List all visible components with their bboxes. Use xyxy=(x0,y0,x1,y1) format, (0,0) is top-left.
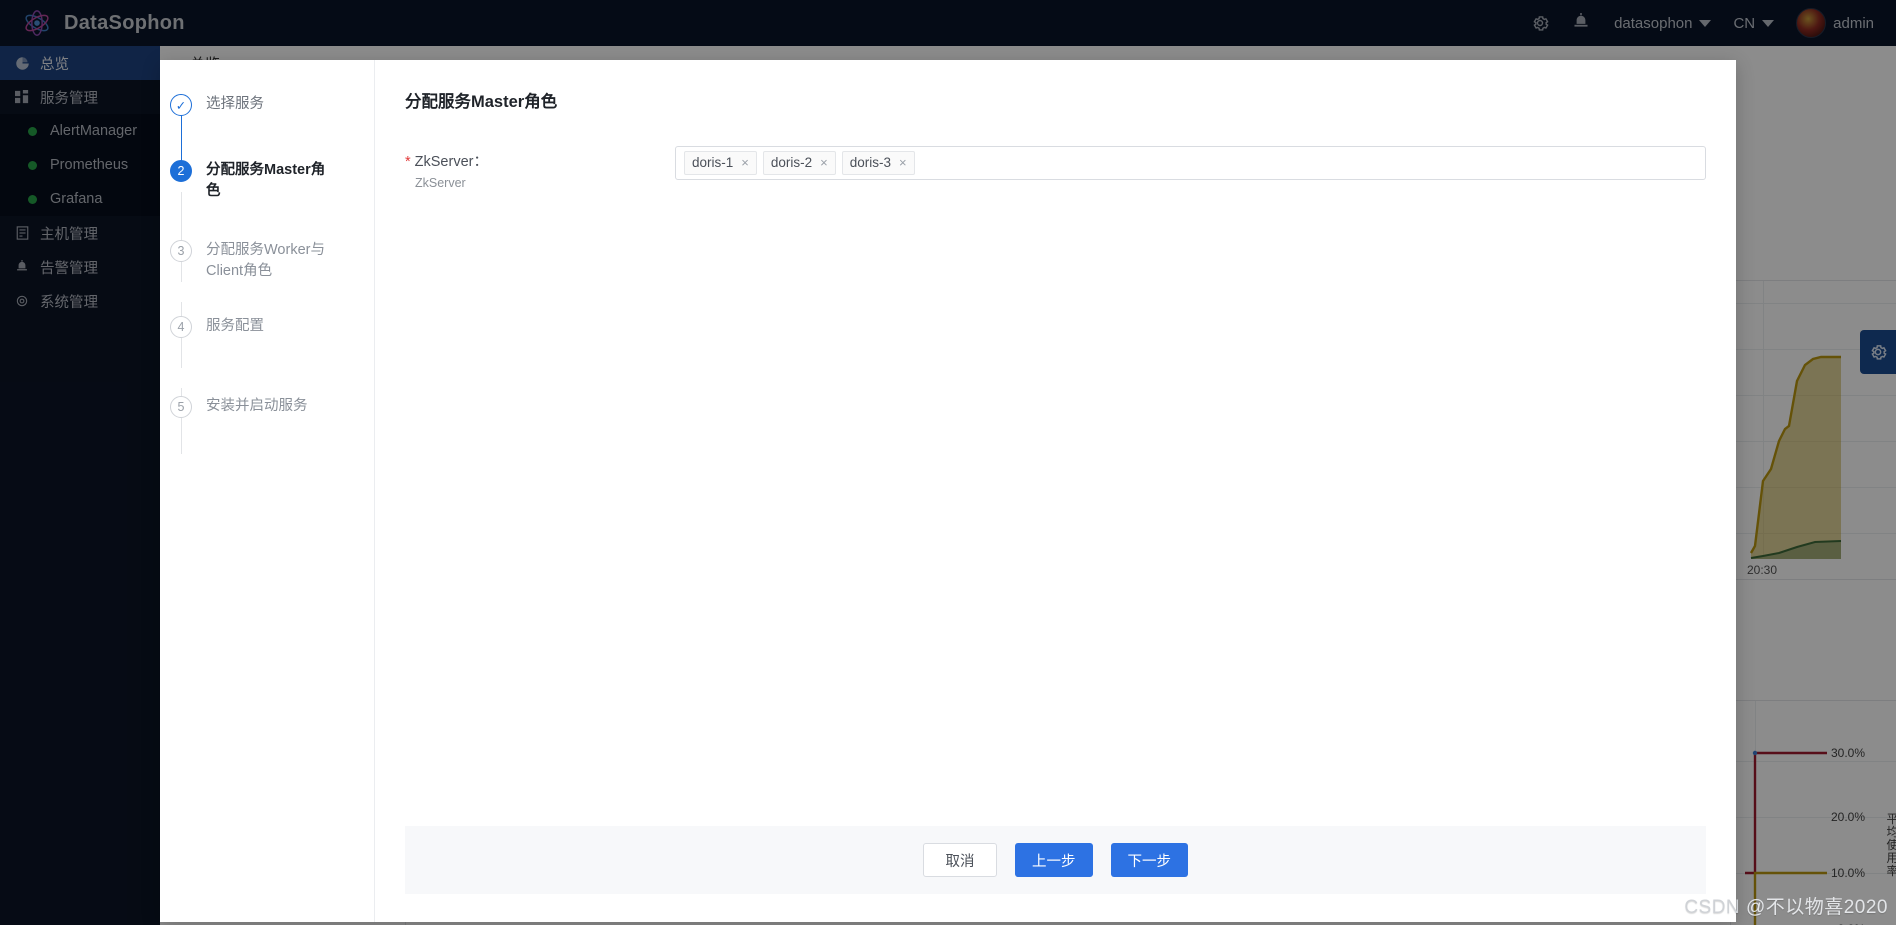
close-icon[interactable]: × xyxy=(899,155,907,171)
wizard-step-label: 安装并启动服务 xyxy=(206,398,308,414)
wizard-step-label: 服务配置 xyxy=(206,318,264,334)
tag-label: doris-2 xyxy=(770,155,813,170)
previous-step-button[interactable]: 上一步 xyxy=(1015,843,1093,877)
next-step-button[interactable]: 下一步 xyxy=(1110,843,1188,877)
form-body: *ZkServer： ZkServer doris-1 × doris-2 × xyxy=(375,112,1736,826)
wizard-step-label: 分配服务Master角色 xyxy=(206,162,326,199)
step-number: 5 xyxy=(170,396,192,418)
wizard-step-label: 选择服务 xyxy=(206,96,264,112)
tag-item[interactable]: doris-3 × xyxy=(841,151,915,175)
cancel-button[interactable]: 取消 xyxy=(923,843,997,877)
form-sublabel: ZkServer xyxy=(415,176,466,190)
zkserver-host-select[interactable]: doris-1 × doris-2 × doris-3 × xyxy=(675,146,1706,180)
wizard-step-5[interactable]: 5 安装并启动服务 xyxy=(170,396,374,418)
wizard-form-panel: 分配服务Master角色 * ZkServer： ZkServer doris-1… xyxy=(375,60,1736,922)
install-wizard-modal: ✓ 选择服务 2 分配服务Master角色 3 分配服务Worker与Clien… xyxy=(160,60,1736,922)
step-number: 4 xyxy=(170,316,192,338)
tag-item[interactable]: doris-1 × xyxy=(684,151,757,175)
tag-label: doris-3 xyxy=(849,155,891,170)
wizard-step-3[interactable]: 3 分配服务Worker与Client角色 xyxy=(170,240,374,282)
tag-label: doris-1 xyxy=(692,155,734,170)
form-row-zkserver: *ZkServer： ZkServer doris-1 × doris-2 × xyxy=(405,146,1706,190)
close-icon[interactable]: × xyxy=(820,155,828,171)
step-number: 3 xyxy=(170,240,192,262)
form-label-box: * ZkServer： ZkServer xyxy=(405,146,675,190)
wizard-step-1[interactable]: ✓ 选择服务 xyxy=(170,94,374,116)
wizard-step-4[interactable]: 4 服务配置 xyxy=(170,316,374,338)
form-title: 分配服务Master角色 xyxy=(405,93,558,111)
form-label-text: ZkServer： xyxy=(414,154,488,170)
wizard-footer: 取消 上一步 下一步 xyxy=(405,826,1706,894)
form-label: * ZkServer： xyxy=(405,150,675,171)
required-asterisk: * xyxy=(405,154,411,170)
close-icon[interactable]: × xyxy=(741,155,749,171)
wizard-step-label: 分配服务Worker与Client角色 xyxy=(206,242,325,279)
wizard-step-2[interactable]: 2 分配服务Master角色 xyxy=(170,160,374,202)
wizard-steps: ✓ 选择服务 2 分配服务Master角色 3 分配服务Worker与Clien… xyxy=(160,60,375,922)
step-number: 2 xyxy=(170,160,192,182)
check-icon: ✓ xyxy=(170,94,192,116)
tag-item[interactable]: doris-2 × xyxy=(762,151,836,175)
app-root: 总览 20:30 xyxy=(0,0,1896,925)
